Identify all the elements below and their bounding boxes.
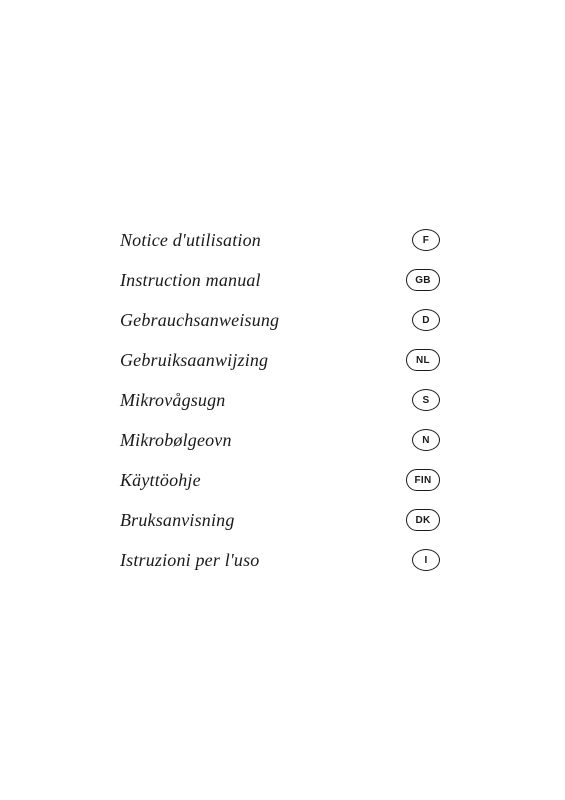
language-item: Gebruiksaanwijzing NL: [120, 340, 440, 380]
language-item: Käyttöohje FIN: [120, 460, 440, 500]
language-label: Gebrauchsanweisung: [120, 310, 279, 331]
language-item: Gebrauchsanweisung D: [120, 300, 440, 340]
language-badge: S: [412, 389, 440, 411]
language-badge: F: [412, 229, 440, 251]
language-label: Notice d'utilisation: [120, 230, 261, 251]
language-label: Mikrobølgeovn: [120, 430, 232, 451]
language-label: Instruction manual: [120, 270, 261, 291]
language-item: Mikrobølgeovn N: [120, 420, 440, 460]
language-badge: N: [412, 429, 440, 451]
language-badge: DK: [406, 509, 440, 531]
language-item: Mikrovågsugn S: [120, 380, 440, 420]
language-label: Gebruiksaanwijzing: [120, 350, 268, 371]
language-item: Instruction manual GB: [120, 260, 440, 300]
language-badge: GB: [406, 269, 440, 291]
language-badge: FIN: [406, 469, 440, 491]
language-label: Bruksanvisning: [120, 510, 235, 531]
page: Notice d'utilisation F Instruction manual G…: [0, 0, 565, 800]
language-badge: NL: [406, 349, 440, 371]
language-item: Notice d'utilisation F: [120, 220, 440, 260]
language-item: Bruksanvisning DK: [120, 500, 440, 540]
language-list: Notice d'utilisation F Instruction manual G…: [120, 220, 440, 580]
language-badge: D: [412, 309, 440, 331]
language-badge: I: [412, 549, 440, 571]
language-item: Istruzioni per l'uso I: [120, 540, 440, 580]
language-label: Mikrovågsugn: [120, 390, 225, 411]
language-label: Käyttöohje: [120, 470, 201, 491]
language-label: Istruzioni per l'uso: [120, 550, 259, 571]
